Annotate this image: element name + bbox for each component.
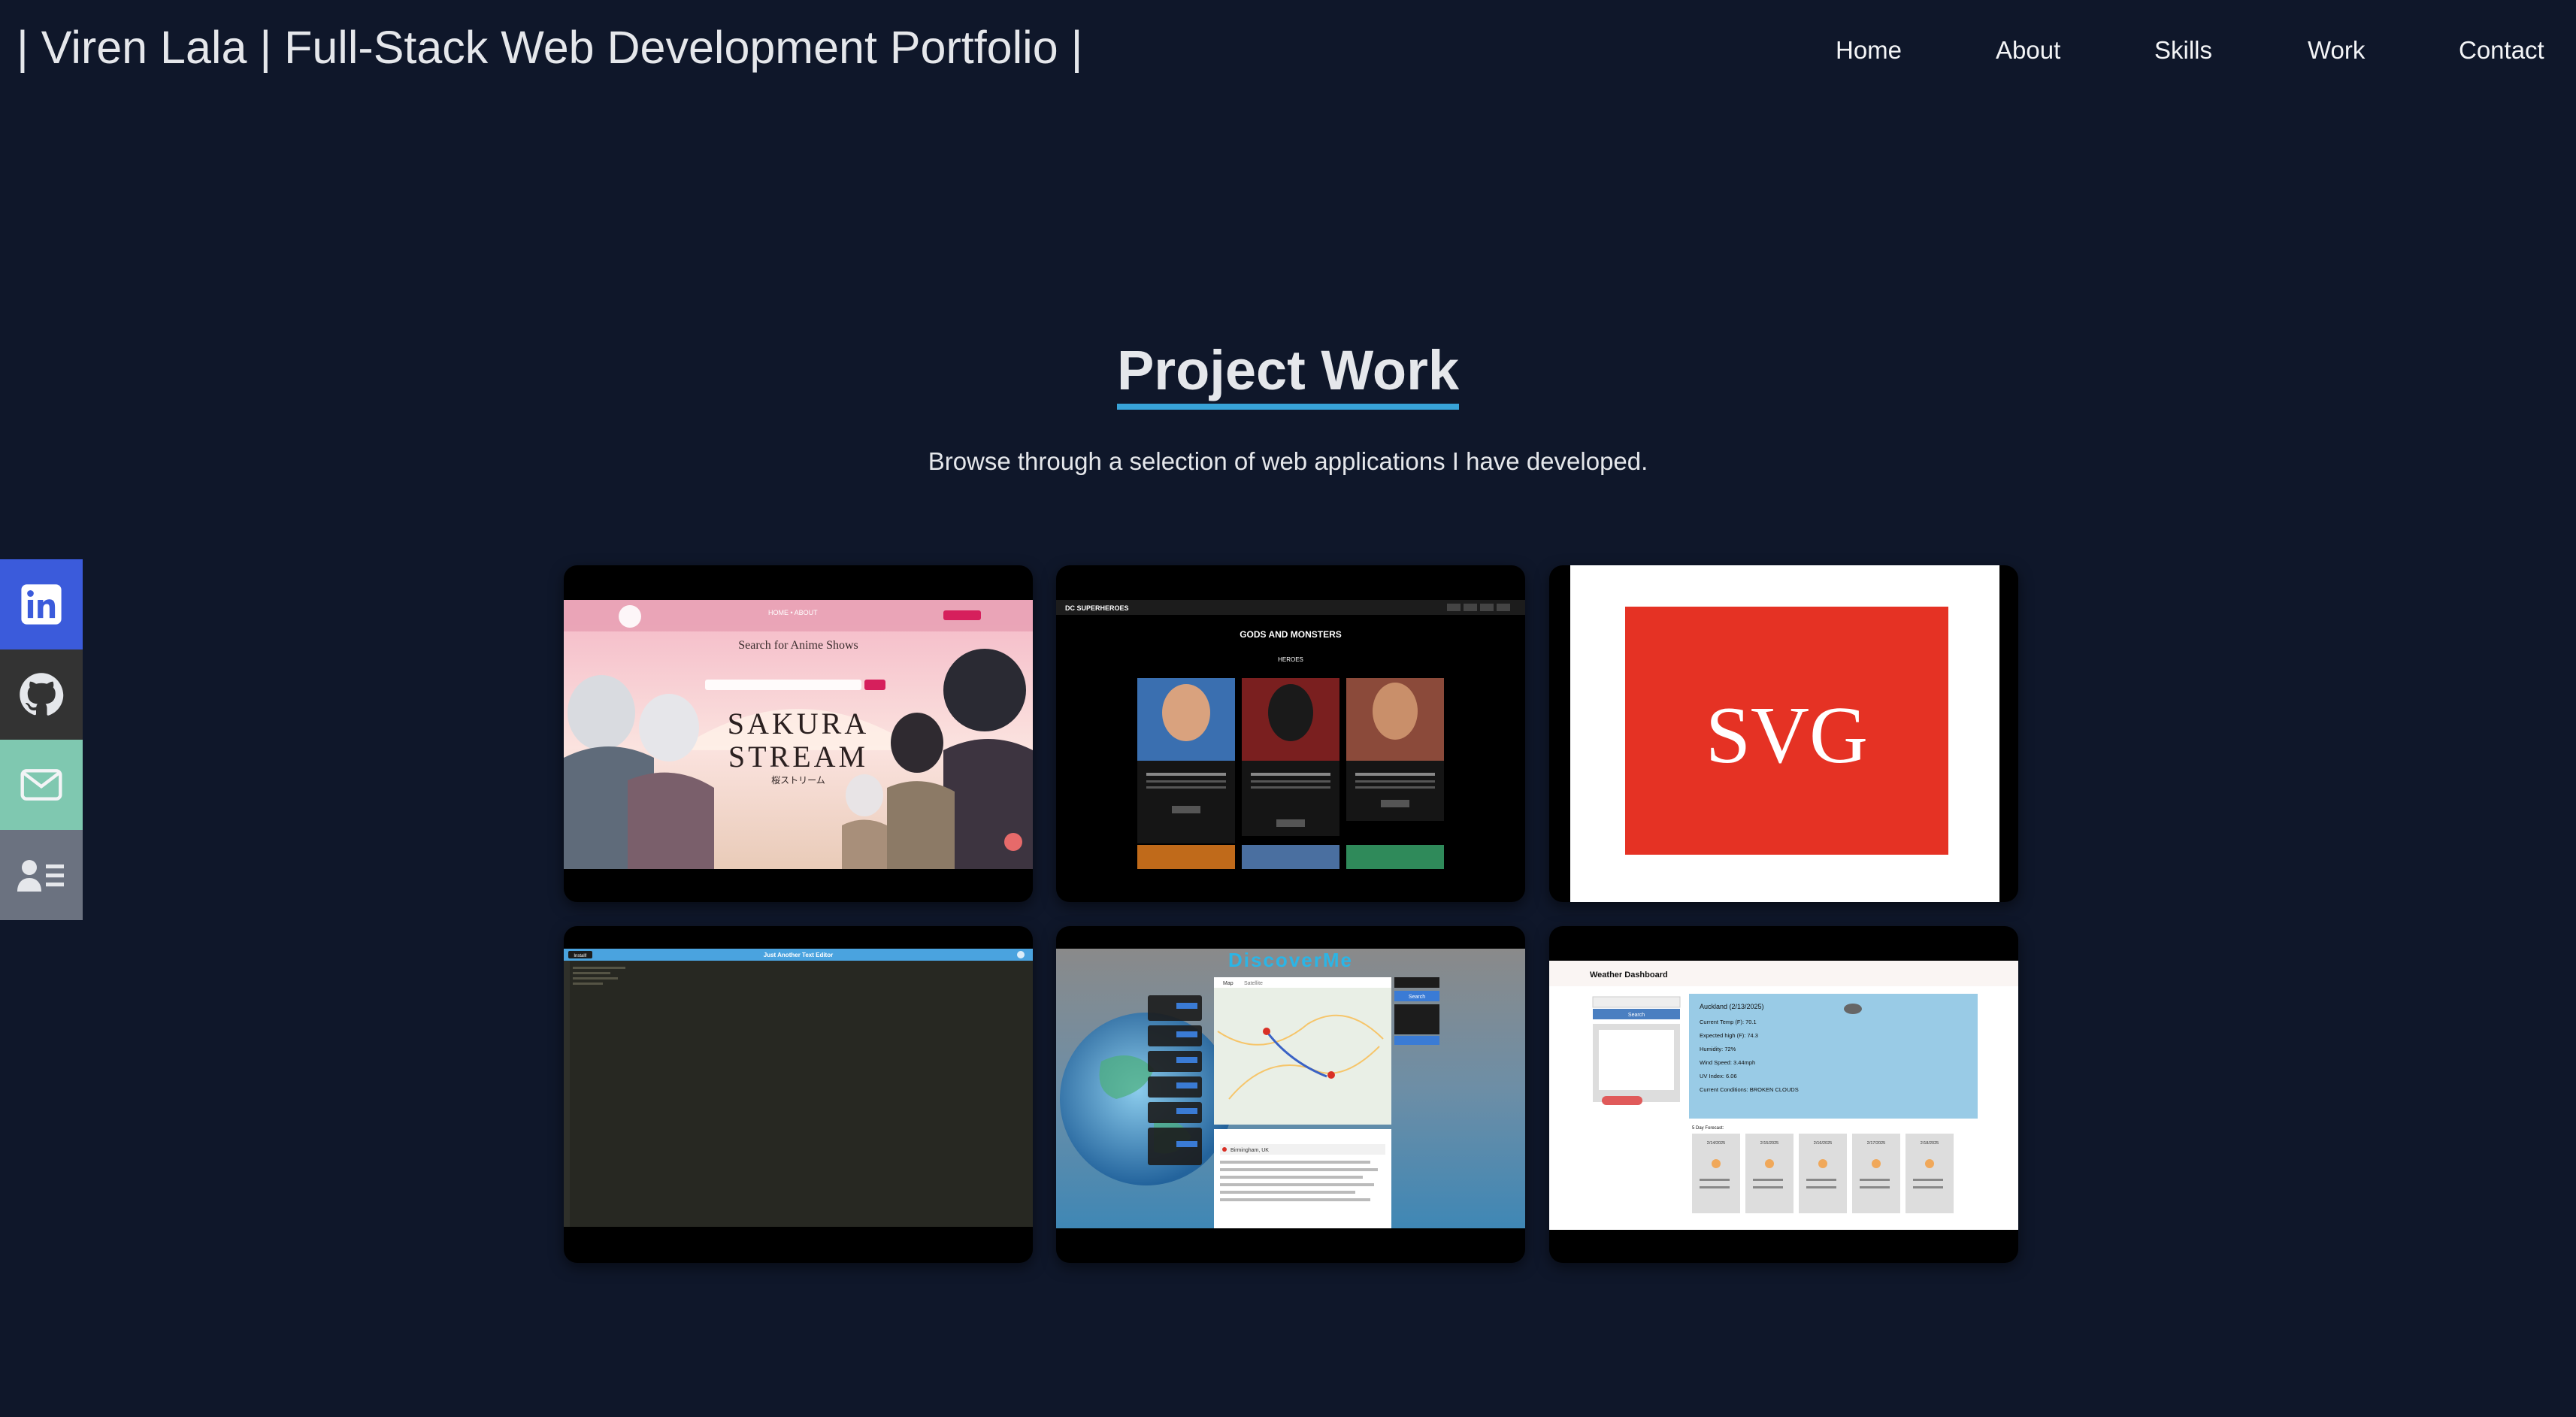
discover-satellite-tab: Satellite bbox=[1244, 981, 1263, 986]
github-icon bbox=[20, 673, 64, 716]
forecast-day-2: 2/15/2025 bbox=[1760, 1141, 1778, 1146]
linkedin-icon bbox=[21, 584, 62, 625]
forecast-day-3: 2/16/2025 bbox=[1814, 1141, 1832, 1146]
email-link[interactable] bbox=[0, 740, 83, 830]
weather-stat-humidity: Humidity: 72% bbox=[1700, 1046, 1736, 1052]
project-card-discover-me[interactable]: DiscoverMe Map Satellite Search Birmingh… bbox=[1056, 926, 1525, 1263]
nav-home-link[interactable]: Home bbox=[1836, 36, 1902, 65]
forecast-day-5: 2/18/2025 bbox=[1921, 1141, 1939, 1146]
dc-subheading: HEROES bbox=[1278, 656, 1303, 663]
nav-contact-link[interactable]: Contact bbox=[2459, 36, 2544, 65]
text-editor-screenshot: Install! Just Another Text Editor bbox=[564, 949, 1033, 1227]
linkedin-link[interactable] bbox=[0, 559, 83, 649]
editor-install-button: Install! bbox=[574, 954, 587, 958]
sakura-stream-screenshot: HOME • ABOUT Search for Anime Shows SAKU… bbox=[564, 600, 1033, 869]
weather-stat-uv: UV Index: 6.06 bbox=[1700, 1073, 1737, 1079]
weather-stat-wind: Wind Speed: 3.44mph bbox=[1700, 1059, 1755, 1066]
dc-heading: GODS AND MONSTERS bbox=[1240, 629, 1342, 640]
nav-about-link[interactable]: About bbox=[1996, 36, 2060, 65]
discover-map-tab: Map bbox=[1223, 981, 1234, 986]
discover-location: Birmingham, UK bbox=[1230, 1148, 1269, 1153]
weather-title: Weather Dashboard bbox=[1590, 970, 1668, 979]
project-card-sakura-stream[interactable]: HOME • ABOUT Search for Anime Shows SAKU… bbox=[564, 565, 1033, 902]
discover-me-screenshot: DiscoverMe Map Satellite Search Birmingh… bbox=[1056, 949, 1525, 1228]
section-heading: Project Work bbox=[0, 340, 2576, 410]
weather-stat-temp: Current Temp (F): 70.1 bbox=[1700, 1019, 1757, 1025]
discover-title: DiscoverMe bbox=[1228, 949, 1353, 971]
section-heading-text: Project Work bbox=[1116, 340, 1460, 410]
weather-forecast-label: 5 Day Forecast: bbox=[1692, 1126, 1724, 1131]
weather-stat-conditions: Current Conditions: BROKEN CLOUDS bbox=[1700, 1086, 1799, 1093]
project-card-dc-superheroes[interactable]: DC SUPERHEROES GODS AND MONSTERS HEROES bbox=[1056, 565, 1525, 902]
section-subtitle: Browse through a selection of web applic… bbox=[928, 447, 1648, 475]
forecast-day-1: 2/14/2025 bbox=[1707, 1141, 1725, 1146]
dc-superheroes-screenshot: DC SUPERHEROES GODS AND MONSTERS HEROES bbox=[1056, 600, 1525, 869]
project-card-text-editor[interactable]: Install! Just Another Text Editor bbox=[564, 926, 1033, 1263]
sakura-logo-line1: SAKURA bbox=[728, 707, 869, 740]
project-card-weather-dashboard[interactable]: Weather Dashboard Search Auckland (2/13/… bbox=[1549, 926, 2018, 1263]
weather-stat-high: Expected high (F): 74.3 bbox=[1700, 1032, 1758, 1039]
nav-work-link[interactable]: Work bbox=[2308, 36, 2365, 65]
editor-title: Just Another Text Editor bbox=[764, 952, 833, 958]
resume-link[interactable] bbox=[0, 830, 83, 920]
project-card-svg-logo[interactable]: SVG bbox=[1549, 565, 2018, 902]
sakura-logo-line2: STREAM bbox=[728, 740, 868, 774]
resume-icon bbox=[17, 860, 64, 892]
sakura-nav: HOME • ABOUT bbox=[768, 609, 818, 616]
sakura-logo-jp: 桜ストリーム bbox=[771, 775, 825, 786]
dc-brand: DC SUPERHEROES bbox=[1065, 604, 1129, 612]
discover-search-button: Search bbox=[1409, 995, 1425, 1000]
svg-logo-text: SVG bbox=[1706, 691, 1868, 780]
email-icon bbox=[20, 769, 62, 801]
weather-search-button: Search bbox=[1628, 1013, 1645, 1018]
svg-logo-screenshot: SVG bbox=[1570, 565, 1999, 902]
forecast-day-4: 2/17/2025 bbox=[1867, 1141, 1885, 1146]
github-link[interactable] bbox=[0, 649, 83, 740]
weather-dashboard-screenshot: Weather Dashboard Search Auckland (2/13/… bbox=[1549, 961, 2018, 1230]
social-sidebar bbox=[0, 559, 83, 920]
sakura-search-heading: Search for Anime Shows bbox=[738, 639, 858, 652]
weather-city: Auckland (2/13/2025) bbox=[1700, 1003, 1764, 1010]
nav-skills-link[interactable]: Skills bbox=[2154, 36, 2212, 65]
top-nav: Home About Skills Work Contact bbox=[0, 36, 2576, 74]
